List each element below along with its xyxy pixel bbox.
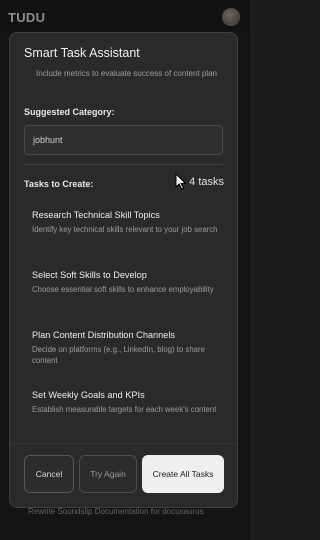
dialog-scroll-region[interactable]: Include metrics to evaluate success of c… xyxy=(10,67,237,472)
task-description: Decide on platforms (e.g., LinkedIn, blo… xyxy=(32,345,205,365)
task-item[interactable]: Set Weekly Goals and KPIs Establish meas… xyxy=(32,389,222,415)
task-description: Choose essential soft skills to enhance … xyxy=(32,285,214,294)
category-input[interactable] xyxy=(24,125,223,155)
task-title: Plan Content Distribution Channels xyxy=(32,330,175,340)
cancel-button[interactable]: Cancel xyxy=(24,455,74,493)
previous-item-text: Include metrics to evaluate success of c… xyxy=(36,69,217,78)
mouse-pointer-icon xyxy=(175,173,187,190)
task-title: Select Soft Skills to Develop xyxy=(32,270,147,280)
task-description: Establish measurable targets for each we… xyxy=(32,405,217,414)
try-again-button[interactable]: Try Again xyxy=(79,455,137,493)
task-item[interactable]: Select Soft Skills to Develop Choose ess… xyxy=(32,269,222,295)
task-item[interactable]: Research Technical Skill Topics Identify… xyxy=(32,209,222,235)
task-title: Research Technical Skill Topics xyxy=(32,210,160,220)
task-item[interactable]: Plan Content Distribution Channels Decid… xyxy=(32,329,222,366)
category-label: Suggested Category: xyxy=(24,107,115,117)
tasks-count: 4 tasks xyxy=(189,176,224,188)
task-description: Identify key technical skills relevant t… xyxy=(32,225,218,234)
footer-divider xyxy=(10,443,237,444)
tasks-label: Tasks to Create: xyxy=(24,179,94,189)
task-title: Set Weekly Goals and KPIs xyxy=(32,390,145,400)
section-divider xyxy=(24,164,223,165)
create-all-tasks-button[interactable]: Create All Tasks xyxy=(142,455,224,493)
dialog-title: Smart Task Assistant xyxy=(24,46,140,60)
smart-task-assistant-dialog: Smart Task Assistant Include metrics to … xyxy=(9,32,238,508)
